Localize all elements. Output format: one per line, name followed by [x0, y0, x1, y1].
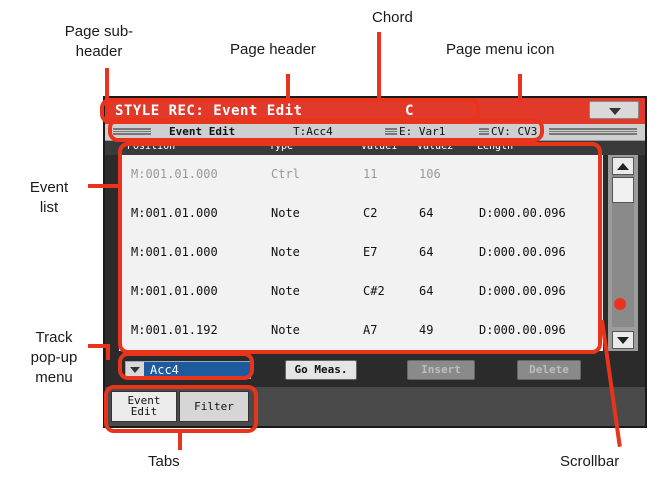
- scrollbar-thumb[interactable]: [612, 177, 634, 203]
- callout-page-menu-icon: Page menu icon: [446, 41, 555, 58]
- callout-event-list: Event list: [29, 179, 69, 216]
- chord-display: C: [405, 103, 414, 119]
- event-type: Ctrl: [271, 167, 300, 181]
- subheader-page-name: Event Edit: [169, 125, 236, 138]
- leader-line: [377, 32, 381, 100]
- event-length: D:000.00.096: [479, 284, 566, 298]
- scroll-up-arrow-icon: [617, 163, 629, 170]
- event-row[interactable]: M:001.01.000 Note E7 64 D:000.00.096: [119, 233, 603, 271]
- page-header: STYLE REC: Event Edit C: [105, 98, 645, 124]
- page-subheader: Event Edit T:Acc4 E: Var1 CV: CV3: [105, 124, 645, 141]
- event-type: Note: [271, 245, 300, 259]
- scroll-down-arrow-icon: [617, 337, 629, 344]
- event-value1: C2: [363, 206, 378, 220]
- callout-chord: Chord: [372, 9, 413, 26]
- event-type: Note: [271, 206, 300, 220]
- callout-page-subheader: Page sub- header: [64, 23, 134, 60]
- event-row[interactable]: M:001.01.000 Note C2 64 D:000.00.096: [119, 194, 603, 232]
- callout-scrollbar: Scrollbar: [560, 453, 620, 470]
- event-list: M:001.01.000 Ctrl 11 106 M:001.01.000 No…: [119, 155, 603, 351]
- scroll-up-button[interactable]: [612, 157, 634, 175]
- scroll-down-button[interactable]: [612, 331, 634, 349]
- leader-line: [88, 344, 108, 348]
- chevron-down-icon: [609, 108, 621, 115]
- event-value2: 64: [419, 206, 434, 220]
- event-type: Note: [271, 323, 300, 337]
- page-menu-button[interactable]: [589, 101, 639, 119]
- leader-line: [518, 74, 522, 102]
- insert-button[interactable]: Insert: [407, 360, 475, 380]
- leader-line: [106, 344, 110, 360]
- event-value1: C#2: [363, 284, 385, 298]
- grip-decoration: [113, 128, 151, 135]
- grip-decoration: [549, 128, 637, 135]
- subheader-event: E: Var1: [399, 125, 446, 138]
- device-screen: STYLE REC: Event Edit C Event Edit T:Acc…: [103, 96, 647, 428]
- event-position: M:001.01.192: [131, 323, 218, 337]
- leader-line: [88, 184, 120, 188]
- event-list-header: Position Type Value1 Value2 Length: [105, 141, 645, 155]
- callout-tabs: Tabs: [148, 453, 180, 470]
- track-popup-value: Acc4: [150, 363, 179, 377]
- scrollbar-marker-dot: [614, 298, 626, 310]
- tab-bar: Event Edit Filter: [105, 387, 645, 426]
- dropdown-box: [126, 362, 144, 378]
- column-header-position: Position: [127, 141, 176, 152]
- track-popup-menu[interactable]: Acc4: [125, 361, 251, 379]
- column-header-type: Type: [269, 141, 294, 152]
- page-title: STYLE REC: Event Edit: [115, 103, 303, 119]
- event-value2: 49: [419, 323, 434, 337]
- callout-page-header: Page header: [230, 41, 316, 58]
- event-value2: 64: [419, 284, 434, 298]
- event-position: M:001.01.000: [131, 284, 218, 298]
- column-header-length: Length: [477, 141, 514, 152]
- dropdown-arrow-icon: [130, 367, 140, 373]
- leader-line: [105, 68, 109, 116]
- event-length: D:000.00.096: [479, 323, 566, 337]
- tab-event-edit[interactable]: Event Edit: [111, 391, 177, 422]
- grip-decoration: [385, 128, 397, 135]
- event-value1: A7: [363, 323, 378, 337]
- leader-line: [286, 74, 290, 100]
- event-row[interactable]: M:001.01.192 Note A7 49 D:000.00.096: [119, 311, 603, 349]
- subheader-track: T:Acc4: [293, 125, 333, 138]
- scrollbar[interactable]: [608, 155, 638, 351]
- delete-button[interactable]: Delete: [517, 360, 581, 380]
- event-value2: 106: [419, 167, 441, 181]
- event-position: M:001.01.000: [131, 206, 218, 220]
- event-length: D:000.00.096: [479, 206, 566, 220]
- subheader-cv: CV: CV3: [491, 125, 538, 138]
- event-position: M:001.01.000: [131, 245, 218, 259]
- bottom-toolbar: Acc4 Go Meas. Insert Delete: [105, 357, 645, 387]
- event-type: Note: [271, 284, 300, 298]
- event-position: M:001.01.000: [131, 167, 218, 181]
- go-meas-button[interactable]: Go Meas.: [285, 360, 357, 380]
- callout-track-popup: Track pop-up menu: [30, 329, 78, 386]
- column-header-value2: Value2: [417, 141, 454, 152]
- event-value1: E7: [363, 245, 378, 259]
- grip-decoration: [479, 128, 489, 135]
- event-value2: 64: [419, 245, 434, 259]
- tab-filter[interactable]: Filter: [179, 391, 249, 422]
- event-row[interactable]: M:001.01.000 Note C#2 64 D:000.00.096: [119, 272, 603, 310]
- event-value1: 11: [363, 167, 378, 181]
- column-header-value1: Value1: [361, 141, 398, 152]
- event-row[interactable]: M:001.01.000 Ctrl 11 106: [119, 155, 603, 193]
- event-length: D:000.00.096: [479, 245, 566, 259]
- leader-line: [178, 430, 182, 450]
